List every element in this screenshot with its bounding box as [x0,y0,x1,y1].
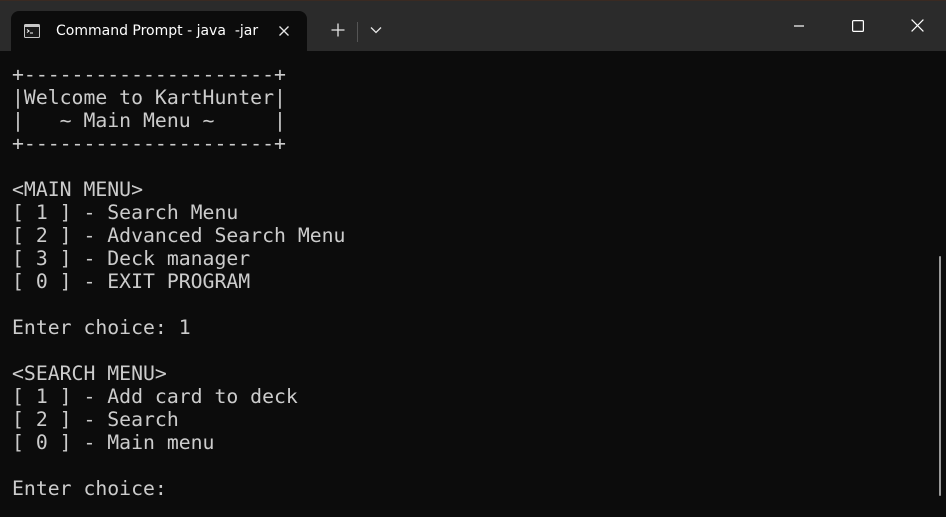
new-tab-button[interactable] [320,12,356,48]
console-text: +---------------------+ |Welcome to Kart… [12,63,345,500]
console-line: [ 2 ] - Search [12,408,179,431]
tab-close-icon[interactable] [275,22,293,40]
maximize-icon [852,19,864,32]
chevron-down-icon [370,27,382,34]
terminal-icon [24,23,40,39]
terminal-window: Command Prompt - java -jar +------------… [0,0,946,517]
maximize-button[interactable] [829,0,887,51]
console-line: | ~ Main Menu ~ | [12,109,286,132]
console-line: +---------------------+ [12,63,286,86]
console-line: Enter choice: 1 [12,316,191,339]
console-output[interactable]: +---------------------+ |Welcome to Kart… [0,51,946,517]
tab-title: Command Prompt - java -jar [56,23,259,39]
scrollbar-thumb[interactable] [939,256,941,496]
close-icon [910,19,924,32]
minimize-button[interactable] [770,0,828,51]
console-line: +---------------------+ [12,132,286,155]
tab-separator [357,22,358,42]
title-bar: Command Prompt - java -jar [0,0,946,51]
scrollbar[interactable] [934,51,946,517]
tab-dropdown-button[interactable] [362,12,390,48]
plus-icon [331,23,345,37]
console-prompt-line: Enter choice: [12,477,179,500]
console-line: <SEARCH MENU> [12,362,167,385]
console-line: [ 1 ] - Add card to deck [12,385,298,408]
minimize-icon [794,24,804,27]
console-line: [ 0 ] - Main menu [12,431,215,454]
console-line: [ 2 ] - Advanced Search Menu [12,224,346,247]
console-line: [ 0 ] - EXIT PROGRAM [12,270,251,293]
console-line: [ 1 ] - Search Menu [12,201,239,224]
console-line: [ 3 ] - Deck manager [12,247,251,270]
console-line: <MAIN MENU> [12,178,144,201]
tab-command-prompt[interactable]: Command Prompt - java -jar [11,11,307,51]
console-line: |Welcome to KartHunter| [12,86,286,109]
close-button[interactable] [888,0,946,51]
